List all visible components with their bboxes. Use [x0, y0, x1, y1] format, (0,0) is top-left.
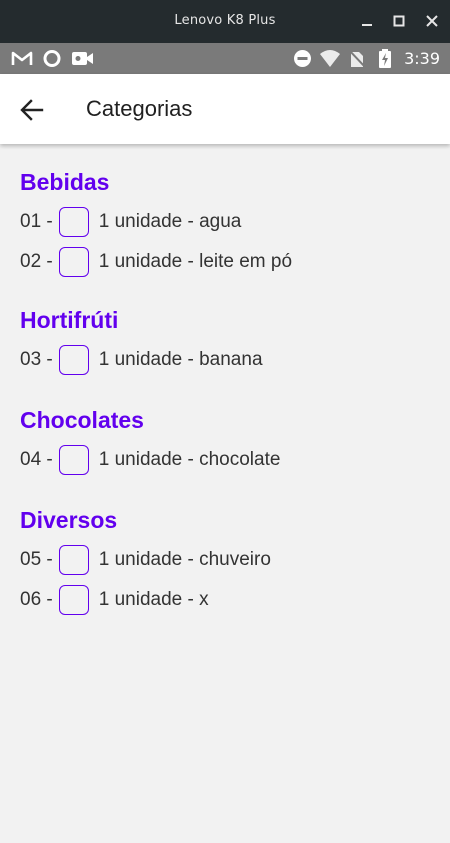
item-number: 04 -: [20, 449, 53, 470]
category-bebidas: Bebidas 01 - 1 unidade - agua 02 - 1 uni…: [0, 166, 450, 282]
item-number: 05 -: [20, 549, 53, 570]
item-number: 02 -: [20, 251, 53, 272]
category-list: Bebidas 01 - 1 unidade - agua 02 - 1 uni…: [0, 144, 450, 620]
item-checkbox[interactable]: [58, 207, 89, 237]
item-text: 1 unidade - leite em pó: [98, 251, 293, 272]
window-title: Lenovo K8 Plus: [174, 13, 276, 28]
item-number: 06 -: [20, 589, 53, 610]
category-title: Chocolates: [20, 407, 144, 433]
category-title: Bebidas: [20, 169, 110, 195]
maximize-icon[interactable]: [388, 10, 410, 32]
wifi-icon: [319, 49, 341, 68]
gmail-icon: [11, 49, 33, 68]
minimize-icon[interactable]: [356, 10, 378, 32]
category-title: Diversos: [20, 507, 118, 533]
category-title: Hortifrúti: [20, 307, 119, 333]
list-item: 05 - 1 unidade - chuveiro: [20, 540, 450, 580]
item-text: 1 unidade - banana: [98, 349, 263, 370]
do-not-disturb-icon: [293, 49, 312, 68]
item-checkbox[interactable]: [58, 545, 89, 575]
back-arrow-icon[interactable]: [18, 96, 46, 124]
app-bar: Categorias: [0, 74, 450, 144]
item-checkbox[interactable]: [58, 247, 89, 277]
circle-icon: [42, 49, 62, 68]
list-item: 04 - 1 unidade - chocolate: [20, 440, 450, 480]
list-item: 01 - 1 unidade - agua: [20, 202, 450, 242]
item-checkbox[interactable]: [58, 585, 89, 615]
page-title: Categorias: [86, 96, 193, 121]
no-sim-icon: [349, 49, 365, 68]
item-number: 01 -: [20, 211, 53, 232]
item-checkbox[interactable]: [58, 345, 89, 375]
item-text: 1 unidade - x: [98, 589, 209, 610]
status-bar: 3:39: [0, 43, 450, 74]
emulator-window-bar: Lenovo K8 Plus: [0, 0, 450, 43]
category-diversos: Diversos 05 - 1 unidade - chuveiro 06 - …: [0, 504, 450, 620]
item-number: 03 -: [20, 349, 53, 370]
item-text: 1 unidade - chuveiro: [98, 549, 271, 570]
category-chocolates: Chocolates 04 - 1 unidade - chocolate: [0, 404, 450, 480]
list-item: 06 - 1 unidade - x: [20, 580, 450, 620]
item-text: 1 unidade - chocolate: [98, 449, 281, 470]
list-item: 03 - 1 unidade - banana: [20, 340, 450, 380]
battery-charging-icon: [378, 49, 392, 68]
close-icon[interactable]: [421, 10, 443, 32]
status-clock: 3:39: [404, 49, 440, 68]
item-text: 1 unidade - agua: [98, 211, 242, 232]
list-item: 02 - 1 unidade - leite em pó: [20, 242, 450, 282]
category-hortifruti: Hortifrúti 03 - 1 unidade - banana: [0, 304, 450, 380]
item-checkbox[interactable]: [58, 445, 89, 475]
video-camera-icon: [71, 49, 95, 68]
